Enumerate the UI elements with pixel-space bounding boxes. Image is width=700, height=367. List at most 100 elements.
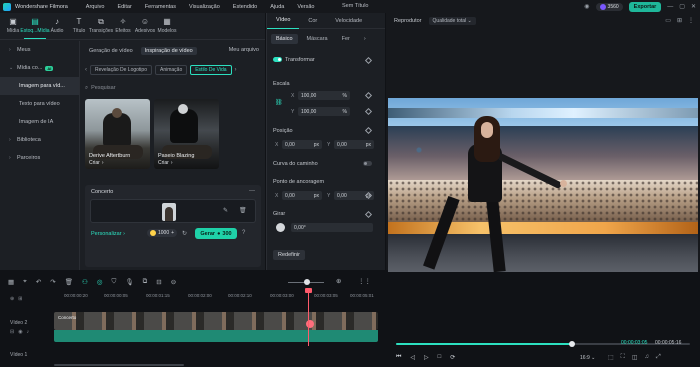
zoom-handle[interactable] [304,279,310,285]
video-clip[interactable] [54,312,378,330]
auto-ripple-icon[interactable]: ◎ [97,278,103,286]
collapse-icon[interactable]: — [249,188,255,194]
credits-badge[interactable]: 3560 [595,2,623,11]
playhead[interactable] [308,290,309,346]
tool-stock-media[interactable]: ▤ Estoq...Mídia [20,13,50,39]
volume-icon[interactable]: ♫ [645,354,650,361]
search-field[interactable]: ⌕ Pesquisar [85,83,261,93]
fit-icon[interactable]: ⬚ [608,354,614,361]
menu-arquivo[interactable]: Arquivo [86,4,105,10]
ai-tools-icon[interactable]: ⚇ [82,278,88,286]
subtab-mask[interactable]: Máscara [302,34,333,44]
audio-waveform[interactable] [54,330,378,342]
tab-video-inspiration[interactable]: Inspiração de vídeo [140,47,197,55]
fullscreen-icon[interactable]: ⤢ [656,354,661,361]
reset-button[interactable]: Redefinir [273,250,306,260]
tab-color[interactable]: Cor [299,13,326,29]
rotate-dial[interactable] [276,223,285,232]
zoom-in-icon[interactable]: ⊕ [336,277,341,285]
quantity-stepper[interactable]: 1000 + [147,229,178,237]
position-y-field[interactable]: 0,00 px [334,140,374,149]
position-x-field[interactable]: 0,00 px [282,140,322,149]
snap-icon[interactable]: ⊟ [156,278,161,286]
undo-icon[interactable]: ↶ [36,278,41,286]
chevron-left-icon[interactable]: ‹ [85,67,87,73]
screenshot-icon[interactable]: ▭ [665,17,671,24]
menu-editar[interactable]: Editar [117,4,131,10]
menu-ajuda[interactable]: Ajuda [270,4,284,10]
inspiration-card[interactable]: Paseio Blazing Criar › [154,99,219,169]
scale-x-field[interactable]: 100,00% [298,91,350,100]
keyframe-icon[interactable] [364,107,373,116]
close-icon[interactable]: ✕ [691,3,696,10]
split-icon[interactable]: ⧉ [143,278,148,286]
anchor-x-field[interactable]: 0,00 px [282,191,322,200]
tab-video[interactable]: Vídeo [267,13,300,29]
previous-frame-icon[interactable]: ⏮ [396,354,401,361]
crop-icon[interactable]: ⛶ [621,354,625,361]
menu-visualizacao[interactable]: Visualização [189,4,220,10]
step-back-icon[interactable]: ◁ [410,354,415,361]
chip-animation[interactable]: Animação [154,65,188,75]
tool-effects[interactable]: ✧ Efeitos [112,13,134,39]
personalize-link[interactable]: Personalizar › [91,231,125,237]
sidebar-item-ai-media[interactable]: ⌄ Mídia co... AI [0,59,79,77]
mic-icon[interactable]: 🎙 [125,278,133,286]
subtab-more[interactable]: Fer [337,34,355,44]
my-files-link[interactable]: Meu arquivo [229,47,259,53]
minimize-icon[interactable]: — [667,4,673,10]
path-curve-toggle[interactable] [363,161,372,166]
tool-media[interactable]: ▣ Mídia [2,13,24,39]
sidebar-item-text-to-video[interactable]: Texto para vídeo [0,95,79,113]
sidebar-item-library[interactable]: › Biblioteca [0,131,79,149]
tool-title[interactable]: T Título [68,13,90,39]
tab-speed[interactable]: Velocidade [326,13,371,29]
loop-icon[interactable]: ⟳ [450,354,455,361]
prompt-box[interactable]: ✎ 🗑 [90,199,256,223]
sidebar-item-ai-image[interactable]: Imagem de IA [0,113,79,131]
subtab-basic[interactable]: Básico [271,34,298,44]
link-track-icon[interactable]: ⊞ [18,296,22,302]
scale-y-field[interactable]: 100,00% [298,107,350,116]
tool-transitions[interactable]: ⧉ Transições [89,13,113,39]
stop-icon[interactable]: □ [438,354,442,361]
trash-icon[interactable]: 🗑 [239,207,247,214]
generate-button[interactable]: Gerar ● 300 [195,228,237,239]
user-avatar-icon[interactable]: ◉ [584,3,589,10]
keyframe-icon[interactable] [364,210,373,219]
chevron-right-icon[interactable]: › [359,34,371,44]
help-icon[interactable]: ? [242,230,245,236]
chevron-right-icon[interactable]: › [235,67,237,73]
chip-lifestyle[interactable]: Estilo De Vida [190,65,232,75]
sidebar-item-partners[interactable]: › Parceiros [0,149,79,167]
add-track-icon[interactable]: ⊕ [10,296,14,302]
sidebar-item-image-to-video[interactable]: Imagem para víd... [0,77,79,95]
lock-icon[interactable]: ⊟ [10,329,14,335]
refresh-icon[interactable]: ↻ [182,230,187,237]
tab-video-generation[interactable]: Geração de vídeo [85,47,137,55]
zoom-out-icon[interactable]: ⊖ [171,278,176,286]
video-frame[interactable] [388,98,698,272]
mute-icon[interactable]: ♪ [27,329,30,335]
menu-versao[interactable]: Versão [297,4,314,10]
transform-row[interactable]: Transformar [273,57,315,63]
link-icon[interactable]: ⛓ [275,99,283,106]
scrubber-handle[interactable] [569,341,576,347]
tool-stickers[interactable]: ☺ Adesivos [134,13,156,39]
marker-icon[interactable]: ⛉ [112,278,117,286]
edit-icon[interactable]: ✎ [223,207,228,214]
inspiration-card[interactable]: Derive Aftertburn Criar › [85,99,150,169]
tool-audio[interactable]: ♪ Áudio [46,13,68,39]
create-link[interactable]: Criar › [158,160,173,166]
maximize-icon[interactable]: ▢ [679,3,685,10]
layout-icon[interactable]: ▦ [8,278,14,286]
menu-ferramentas[interactable]: Ferramentas [145,4,176,10]
keyframe-icon[interactable] [364,56,373,65]
menu-estendido[interactable]: Estendido [233,4,257,10]
redo-icon[interactable]: ↷ [50,278,55,286]
select-icon[interactable]: ⌖ [23,278,27,286]
transform-toggle[interactable] [273,57,282,63]
eye-icon[interactable]: ◉ [18,329,22,335]
timeline-scrollbar[interactable] [54,364,184,366]
quality-dropdown[interactable]: Qualidade total ⌄ [428,17,476,25]
